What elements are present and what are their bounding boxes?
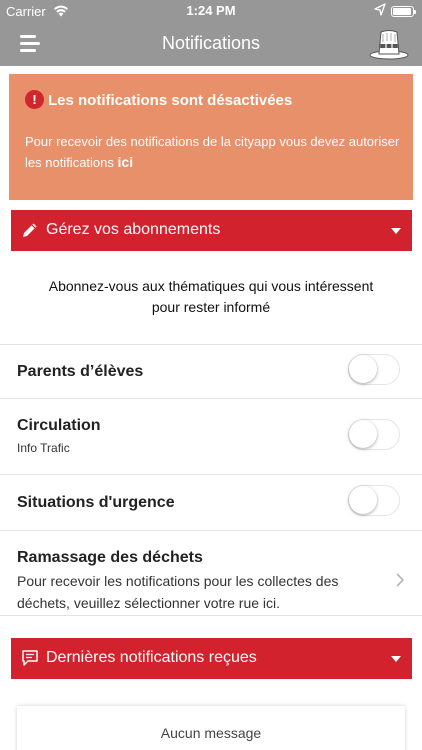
alert-message: Pour recevoir des notifications de la ci…: [25, 134, 400, 170]
chevron-right-icon[interactable]: [395, 573, 405, 587]
message-icon: [22, 650, 38, 666]
alert-text: Pour recevoir des notifications de la ci…: [25, 131, 405, 173]
recent-notifications-label: Dernières notifications reçues: [46, 649, 257, 666]
topic-toggle-urgence[interactable]: [348, 485, 400, 516]
waste-line-2: déchets, veuillez sélectionner votre rue…: [17, 595, 281, 611]
alert-title: Les notifications sont désactivées: [48, 92, 293, 109]
topic-row-urgence[interactable]: Situations d'urgence: [0, 474, 422, 530]
toggle-knob: [349, 486, 377, 514]
intro-line-2: pour rester informé: [151, 299, 271, 315]
topic-row-circulation[interactable]: Circulation Info Trafic: [0, 398, 422, 474]
topic-toggle-parents[interactable]: [348, 354, 400, 385]
intro-line-1: Abonnez-vous aux thématiques qui vous in…: [48, 278, 374, 294]
alert-link[interactable]: ici: [118, 154, 134, 170]
no-message-text: Aucun message: [160, 725, 262, 741]
topic-title: Situations d'urgence: [17, 494, 175, 511]
waste-title: Ramassage des déchets: [17, 549, 203, 566]
location-arrow-icon: [374, 3, 386, 16]
subscriptions-label: Gérez vos abonnements: [46, 221, 221, 238]
pencil-icon: [23, 223, 37, 237]
notifications-disabled-alert: ! Les notifications sont désactivées Pou…: [9, 74, 413, 200]
waste-collection-row[interactable]: Ramassage des déchets Pour recevoir les …: [0, 530, 422, 616]
waste-description: Pour recevoir les notifications pour les…: [17, 570, 367, 614]
caret-down-icon: [391, 656, 401, 662]
topic-subtitle: Info Trafic: [17, 441, 70, 455]
clock: 1:24 PM: [186, 3, 236, 18]
battery-fill: [393, 8, 411, 15]
topic-toggle-circulation[interactable]: [348, 419, 400, 450]
topic-row-parents[interactable]: Parents d’élèves: [0, 344, 422, 398]
caret-down-icon: [391, 228, 401, 234]
waste-line-1: Pour recevoir les notifications pour les…: [17, 573, 339, 589]
messages-list: Aucun message: [17, 706, 405, 750]
content-area[interactable]: ! Les notifications sont désactivées Pou…: [0, 66, 422, 750]
topic-title: Parents d’élèves: [17, 363, 144, 380]
exclamation-icon: !: [25, 90, 44, 109]
toggle-knob: [349, 355, 377, 383]
page-title: Notifications: [161, 33, 261, 53]
hat-logo-icon[interactable]: [368, 26, 410, 62]
battery-icon: [391, 6, 416, 17]
toggle-knob: [349, 420, 377, 448]
subscriptions-intro: Abonnez-vous aux thématiques qui vous in…: [0, 276, 422, 318]
nav-bar: Notifications: [0, 22, 422, 66]
topic-title: Circulation: [17, 417, 101, 434]
subscriptions-header[interactable]: Gérez vos abonnements: [11, 210, 412, 251]
recent-notifications-header[interactable]: Dernières notifications reçues: [11, 638, 412, 679]
status-bar: Carrier 1:24 PM: [0, 0, 422, 22]
